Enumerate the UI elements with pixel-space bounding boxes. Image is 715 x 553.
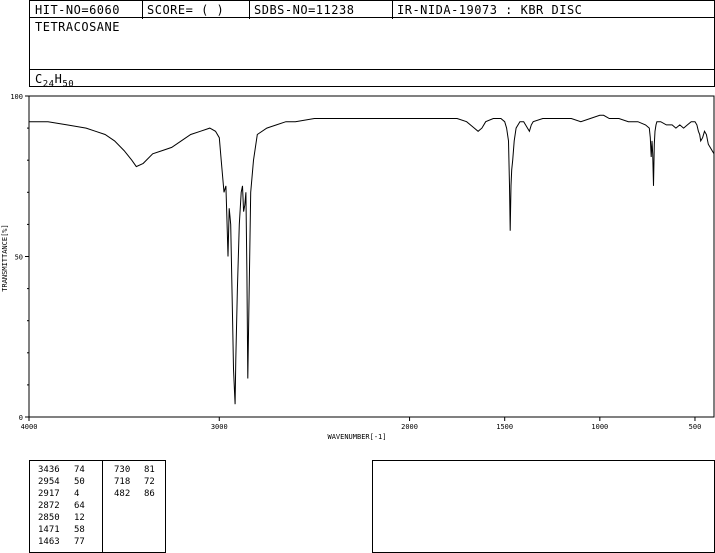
peak-wavenumber: 2872 xyxy=(38,501,60,511)
peak-wavenumber: 730 xyxy=(114,465,131,475)
notes-box xyxy=(372,460,715,553)
peak-wavenumber: 3436 xyxy=(38,465,60,475)
y-axis-label: TRANSMITTANCE[%] xyxy=(1,224,9,291)
x-tick-label: 3000 xyxy=(211,423,228,431)
peak-transmittance: 74 xyxy=(74,465,85,475)
peak-transmittance: 12 xyxy=(74,513,85,523)
peak-wavenumber: 718 xyxy=(114,477,131,487)
chart-ticks: 4000 3000 2000 1500 1000 500 0 50 100 xyxy=(10,93,701,431)
peak-wavenumber: 2917 xyxy=(38,489,60,499)
peak-wavenumber: 1463 xyxy=(38,537,60,547)
compound-formula: C24H50 xyxy=(35,72,74,89)
peak-transmittance: 77 xyxy=(74,537,85,547)
x-tick-label: 1500 xyxy=(496,423,513,431)
chart-series xyxy=(29,114,715,405)
peak-transmittance: 64 xyxy=(74,501,85,511)
x-tick-label: 4000 xyxy=(21,423,38,431)
peak-table: 3436 74 2954 50 2917 4 2872 64 2850 12 1471 58 1463 7… xyxy=(29,460,166,553)
peak-wavenumber: 1471 xyxy=(38,525,60,535)
x-tick-label: 2000 xyxy=(401,423,418,431)
peak-transmittance: 58 xyxy=(74,525,85,535)
peak-wavenumber: 482 xyxy=(114,489,131,499)
y-tick-label: 0 xyxy=(19,414,23,422)
spectrum-line xyxy=(29,114,715,405)
x-axis-label: WAVENUMBER[-1] xyxy=(327,433,386,441)
compound-divider xyxy=(30,69,714,70)
peak-wavenumber: 2954 xyxy=(38,477,60,487)
compound-panel: TETRACOSANE C24H50 xyxy=(29,17,715,89)
peak-transmittance: 86 xyxy=(144,489,155,499)
formula-carbon: C xyxy=(35,72,43,86)
x-tick-label: 1000 xyxy=(591,423,608,431)
x-tick-label: 500 xyxy=(689,423,702,431)
peak-table-divider xyxy=(102,461,103,552)
peak-transmittance: 72 xyxy=(144,477,155,487)
peak-wavenumber: 2850 xyxy=(38,513,60,523)
chart-axes xyxy=(28,95,715,418)
y-tick-label: 100 xyxy=(10,93,23,101)
ir-spectrum-chart: 4000 3000 2000 1500 1000 500 0 50 100 WAVENUMBER… xyxy=(1,93,715,441)
compound-name: TETRACOSANE xyxy=(35,20,120,34)
peak-transmittance: 50 xyxy=(74,477,85,487)
header-bar: HIT-NO=6060 SCORE= ( ) SDBS-NO=11238 IR-… xyxy=(29,0,715,19)
peak-transmittance: 4 xyxy=(74,489,80,499)
peak-transmittance: 81 xyxy=(144,465,155,475)
plot-frame xyxy=(28,95,715,418)
y-tick-label: 50 xyxy=(15,254,23,262)
